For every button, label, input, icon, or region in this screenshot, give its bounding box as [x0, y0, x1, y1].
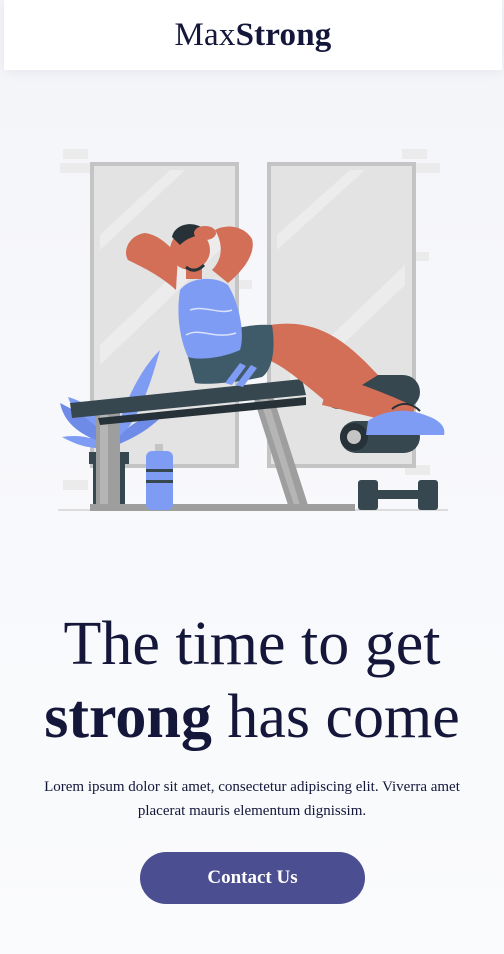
- hero-illustration: [0, 135, 504, 520]
- headline-line1: The time to get: [63, 610, 441, 678]
- hero-headline: The time to get strong has come: [0, 608, 504, 754]
- site-logo[interactable]: MaxStrong: [174, 16, 332, 53]
- headline-rest: has come: [227, 683, 460, 751]
- headline-bold-word: strong: [44, 683, 212, 751]
- man-doing-situps-illustration: [58, 149, 448, 511]
- contact-us-button[interactable]: Contact Us: [140, 852, 365, 904]
- hero-description: Lorem ipsum dolor sit amet, consectetur …: [44, 779, 460, 819]
- logo-regular-text: Max: [174, 16, 236, 53]
- site-header: MaxStrong: [4, 0, 502, 70]
- logo-bold-text: Strong: [235, 16, 332, 53]
